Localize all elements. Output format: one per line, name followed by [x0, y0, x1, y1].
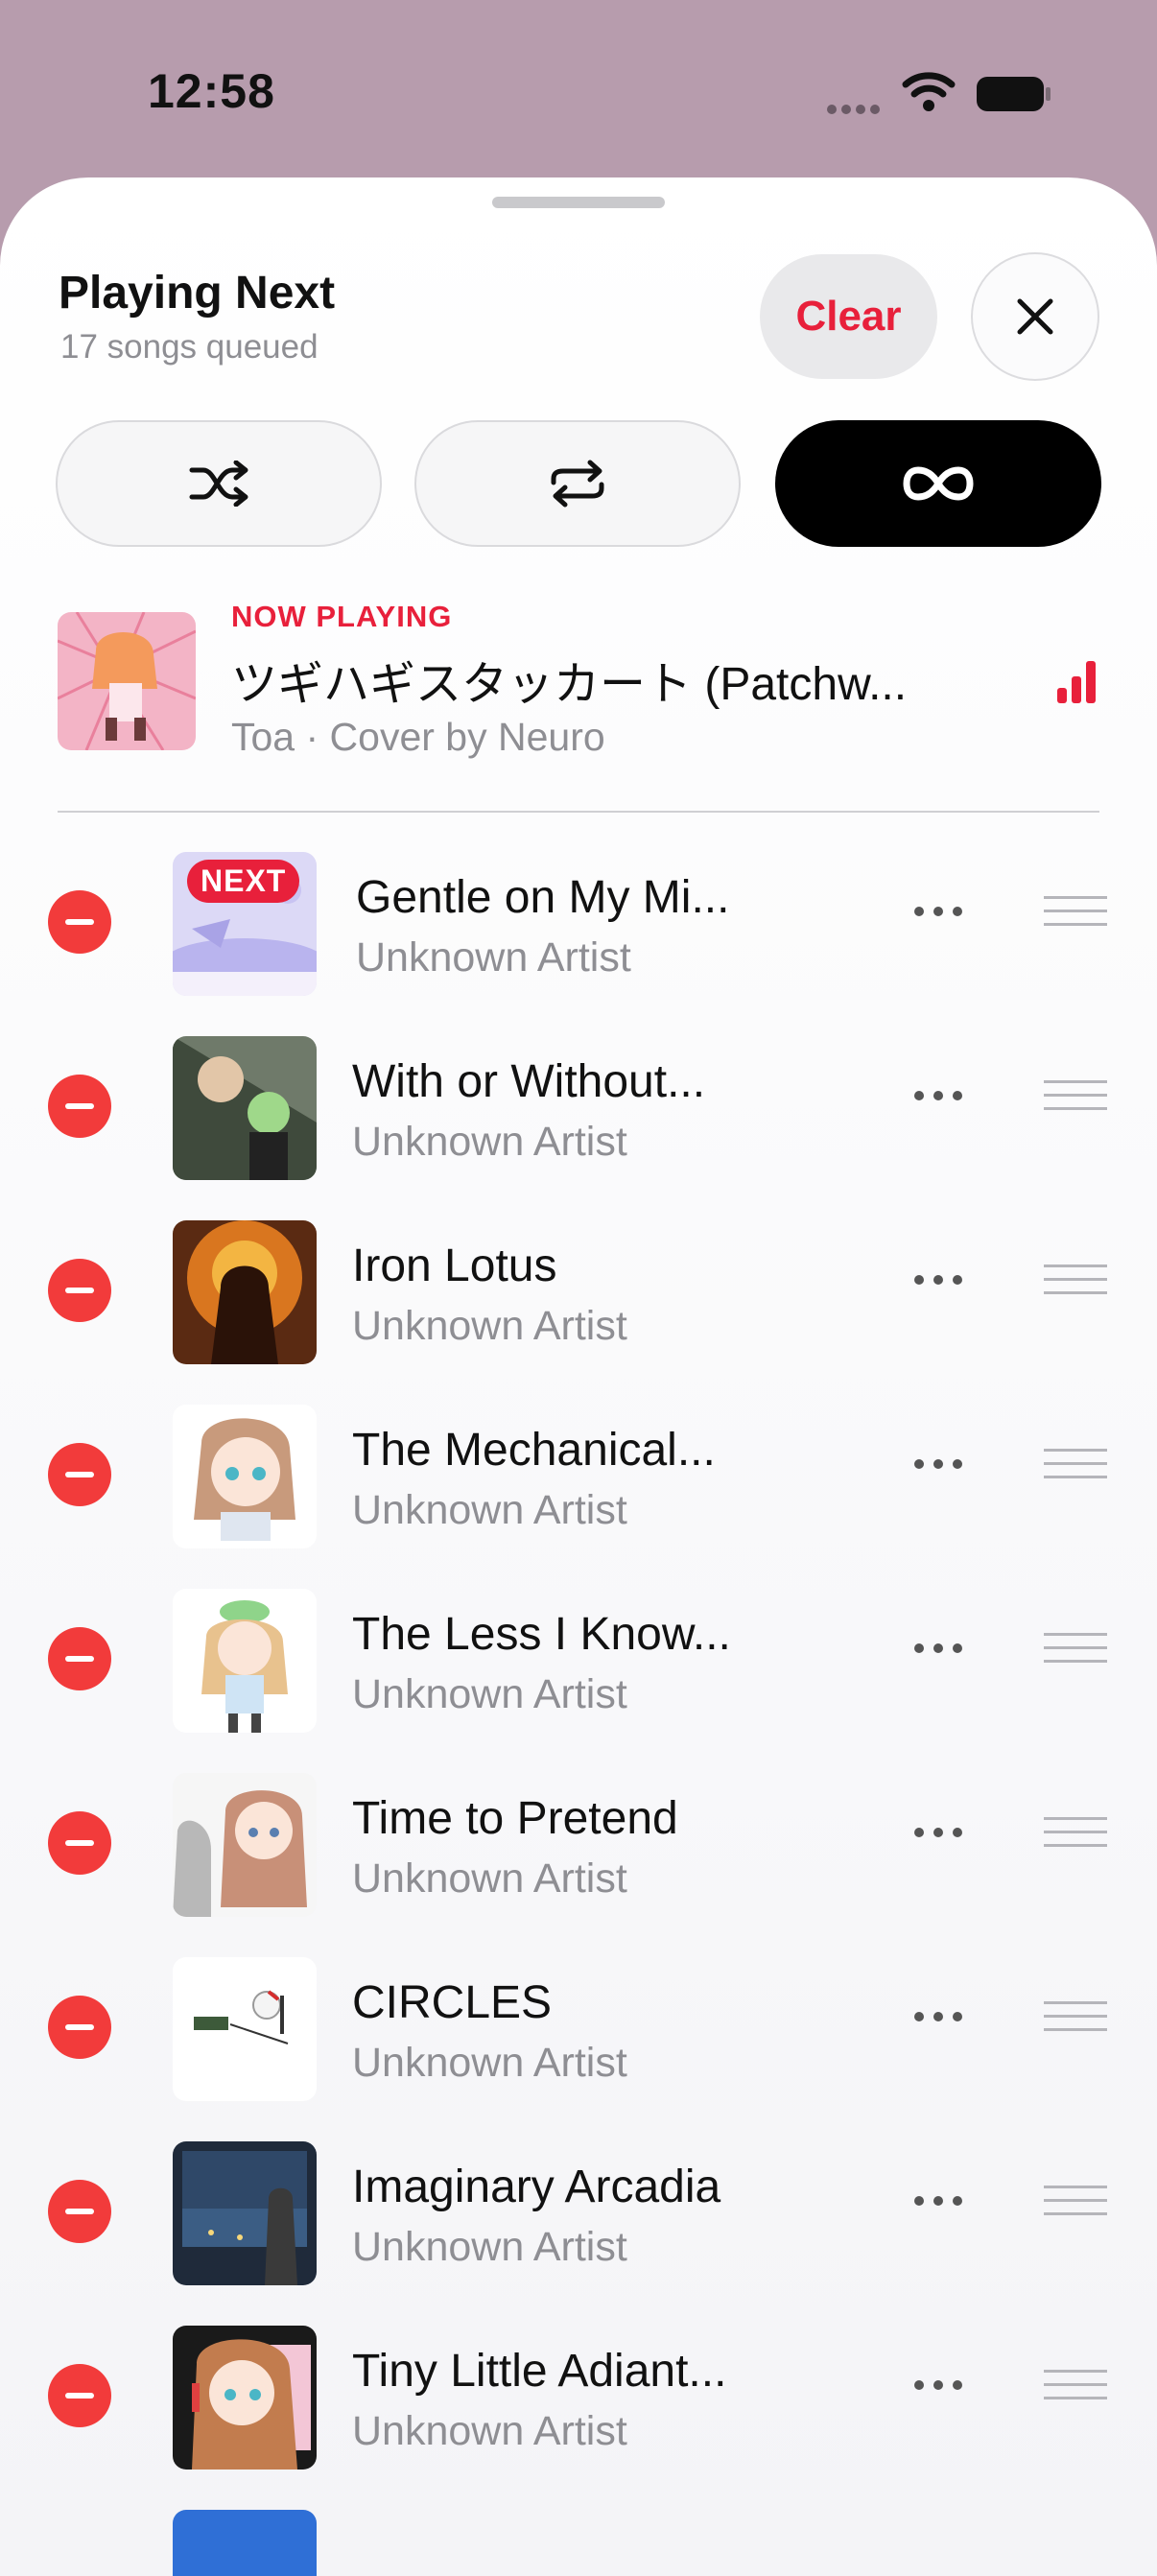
drag-handle-icon[interactable] [1044, 2184, 1107, 2218]
queue-row[interactable]: NEXT Gentle on My Mi... Unknown Artist [0, 835, 1157, 1019]
shuffle-button[interactable] [56, 420, 382, 547]
close-icon [1017, 298, 1053, 335]
infinity-icon [903, 466, 974, 501]
drag-handle-icon[interactable] [1044, 1078, 1107, 1113]
track-artwork [173, 1036, 317, 1180]
track-artist: Unknown Artist [356, 934, 631, 981]
clear-button[interactable]: Clear [760, 254, 937, 379]
track-artwork [173, 2510, 317, 2576]
more-icon[interactable] [911, 2191, 965, 2210]
track-artwork [173, 2326, 317, 2470]
close-button[interactable] [971, 252, 1099, 381]
track-artwork: NEXT [173, 852, 317, 996]
more-icon[interactable] [911, 1823, 965, 1842]
remove-button[interactable] [48, 1627, 111, 1690]
status-bar: 12:58 [0, 0, 1157, 177]
drag-handle-icon[interactable] [1044, 1999, 1107, 2034]
queue-row[interactable]: Iron Lotus Unknown Artist [0, 1203, 1157, 1387]
more-icon[interactable] [911, 1639, 965, 1658]
drag-handle-icon[interactable] [1044, 1447, 1107, 1481]
autoplay-infinity-button[interactable] [775, 420, 1101, 547]
track-artist: Unknown Artist [352, 2040, 627, 2086]
queue-row[interactable]: Imaginary Arcadia Unknown Artist [0, 2124, 1157, 2308]
drag-handle-icon[interactable] [1044, 1815, 1107, 1850]
repeat-icon [551, 460, 604, 508]
drag-handle-icon[interactable] [1044, 894, 1107, 929]
track-title: Imaginary Arcadia [352, 2162, 721, 2212]
more-icon[interactable] [911, 2375, 965, 2395]
track-title: CIRCLES [352, 1977, 553, 2028]
remove-button[interactable] [48, 1443, 111, 1506]
more-icon[interactable] [911, 1270, 965, 1289]
queue-sheet: Playing Next 17 songs queued Clear NOW P… [0, 177, 1157, 2576]
track-title: Tiny Little Adiant... [352, 2346, 727, 2397]
track-artwork [173, 1773, 317, 1917]
remove-button[interactable] [48, 1811, 111, 1875]
shuffle-icon [189, 461, 248, 507]
more-icon[interactable] [911, 1454, 965, 1474]
track-title: Time to Pretend [352, 1793, 678, 1844]
queue-count: 17 songs queued [60, 328, 319, 366]
more-icon[interactable] [911, 1086, 965, 1105]
track-artist: Unknown Artist [352, 1119, 627, 1165]
now-playing-artist: Toa · Cover by Neuro [231, 715, 605, 759]
remove-button[interactable] [48, 1259, 111, 1322]
now-playing-label: NOW PLAYING [231, 600, 453, 633]
track-artist: Unknown Artist [352, 1855, 627, 1902]
track-title: Iron Lotus [352, 1241, 557, 1291]
battery-icon [977, 77, 1051, 111]
wifi-icon [902, 72, 956, 111]
track-title: The Less I Know... [352, 1609, 731, 1660]
queue-row[interactable]: Tiny Little Adiant... Unknown Artist [0, 2308, 1157, 2493]
track-artist: Unknown Artist [352, 1671, 627, 1717]
repeat-button[interactable] [414, 420, 741, 547]
track-title: Gentle on My Mi... [356, 872, 730, 923]
next-badge: NEXT [187, 860, 300, 903]
queue-row[interactable]: With or Without... Unknown Artist [0, 1019, 1157, 1203]
track-artist: Unknown Artist [352, 1303, 627, 1349]
track-artwork [173, 1957, 317, 2101]
track-artwork [173, 1405, 317, 1548]
track-title: With or Without... [352, 1056, 706, 1107]
remove-button[interactable] [48, 890, 111, 954]
track-artist: Unknown Artist [352, 2408, 627, 2454]
drag-handle-icon[interactable] [1044, 1631, 1107, 1666]
remove-button[interactable] [48, 1996, 111, 2059]
queue-row[interactable] [0, 2493, 1157, 2576]
remove-button[interactable] [48, 2364, 111, 2427]
sheet-grabber[interactable] [492, 197, 665, 208]
queue-row[interactable]: CIRCLES Unknown Artist [0, 1940, 1157, 2124]
queue-row[interactable]: The Mechanical... Unknown Artist [0, 1387, 1157, 1572]
track-artwork [173, 2141, 317, 2285]
now-playing-title: ツギハギスタッカート (Patchw... [231, 659, 908, 710]
divider [58, 811, 1099, 813]
track-artwork [173, 1220, 317, 1364]
more-icon[interactable] [911, 2007, 965, 2026]
track-title: The Mechanical... [352, 1425, 716, 1476]
drag-handle-icon[interactable] [1044, 2368, 1107, 2402]
remove-button[interactable] [48, 1075, 111, 1138]
track-artist: Unknown Artist [352, 1487, 627, 1533]
now-playing-artwork[interactable] [58, 612, 196, 750]
cellular-signal-icon [827, 102, 885, 119]
page-title: Playing Next [59, 268, 336, 319]
drag-handle-icon[interactable] [1044, 1263, 1107, 1297]
equalizer-icon [1057, 661, 1096, 703]
queue-row[interactable]: The Less I Know... Unknown Artist [0, 1572, 1157, 1756]
track-artwork [173, 1589, 317, 1733]
queue-row[interactable]: Time to Pretend Unknown Artist [0, 1756, 1157, 1940]
remove-button[interactable] [48, 2180, 111, 2243]
more-icon[interactable] [911, 902, 965, 921]
track-artist: Unknown Artist [352, 2224, 627, 2270]
status-time: 12:58 [148, 64, 275, 118]
